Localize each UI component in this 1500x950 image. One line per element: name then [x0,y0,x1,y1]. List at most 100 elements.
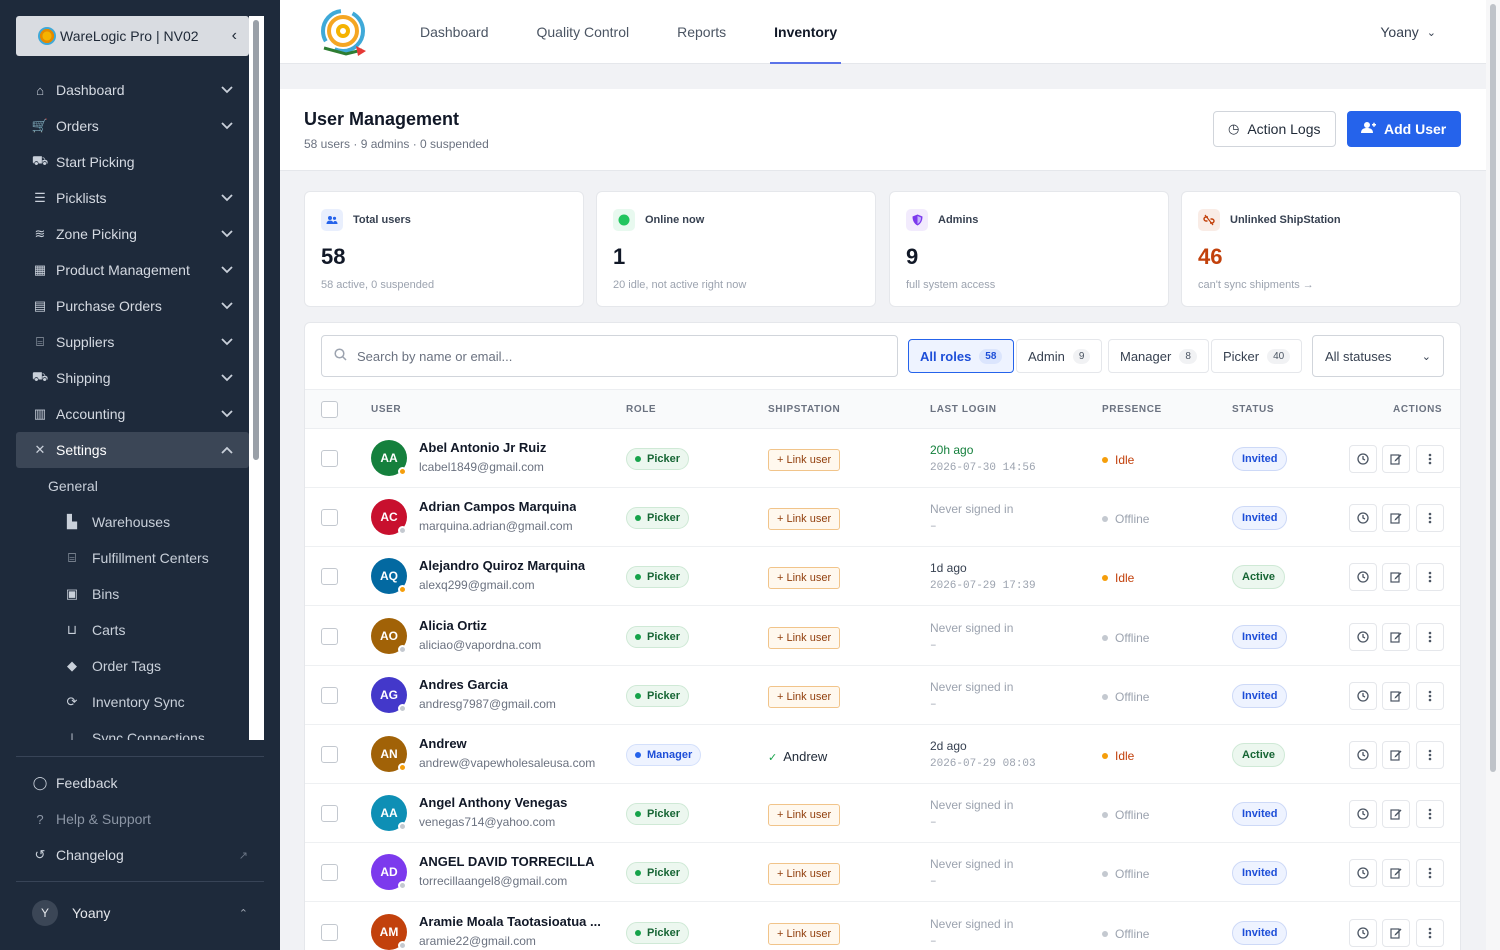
edit-button[interactable] [1382,919,1410,947]
link-user-button[interactable]: + Link user [768,508,841,530]
link-user-button[interactable]: + Link user [768,923,841,945]
history-button[interactable] [1349,623,1377,651]
link-user-button[interactable]: + Link user [768,804,841,826]
user-name[interactable]: Adrian Campos Marquina [419,499,576,514]
tab-inventory[interactable]: Inventory [770,0,842,64]
history-button[interactable] [1349,859,1377,887]
link-user-button[interactable]: + Link user [768,686,841,708]
row-checkbox[interactable] [321,746,338,763]
edit-button[interactable] [1382,563,1410,591]
edit-button[interactable] [1382,623,1410,651]
role-filter-picker[interactable]: Picker 40 [1211,339,1303,373]
link-user-button[interactable]: + Link user [768,567,841,589]
history-button[interactable] [1349,682,1377,710]
sidebar-item-accounting[interactable]: ▥ Accounting [16,396,249,432]
chevron-left-icon[interactable]: ‹ [232,27,237,45]
user-name[interactable]: Angel Anthony Venegas [419,795,567,810]
sidebar-subitem-sync-connections[interactable]: ⏚ Sync Connections [16,720,249,740]
more-button[interactable] [1416,623,1444,651]
sidebar-item-changelog[interactable]: ↺ Changelog ↗ [16,837,264,873]
link-user-button[interactable]: + Link user [768,449,841,471]
sidebar-subitem-inventory-sync[interactable]: ⟳ Inventory Sync [16,684,249,720]
stat-card-unlinked-shipstation[interactable]: Unlinked ShipStation 46 can't sync shipmen… [1181,191,1461,307]
sidebar-item-settings[interactable]: ✕ Settings [16,432,249,468]
column-header-shipstation[interactable]: SHIPSTATION [768,404,840,415]
link-user-button[interactable]: + Link user [768,863,841,885]
sidebar-item-feedback[interactable]: ◯ Feedback [16,765,264,801]
more-button[interactable] [1416,682,1444,710]
row-checkbox[interactable] [321,687,338,704]
sidebar-item-product-management[interactable]: ▦ Product Management [16,252,249,288]
history-button[interactable] [1349,741,1377,769]
link-user-button[interactable]: + Link user [768,627,841,649]
column-header-presence[interactable]: PRESENCE [1102,404,1162,415]
column-header-user[interactable]: USER [371,404,401,415]
history-button[interactable] [1349,504,1377,532]
sidebar-item-purchase-orders[interactable]: ▤ Purchase Orders [16,288,249,324]
sidebar-scrollbar[interactable] [249,16,264,740]
sidebar-subitem-carts[interactable]: ⊔ Carts [16,612,249,648]
more-button[interactable] [1416,563,1444,591]
edit-button[interactable] [1382,682,1410,710]
history-button[interactable] [1349,800,1377,828]
sidebar-item-picklists[interactable]: ☰ Picklists [16,180,249,216]
top-user-menu[interactable]: Yoany ⌄ [1380,0,1436,64]
sidebar-subitem-warehouses[interactable]: ▙ Warehouses [16,504,249,540]
page-scrollbar[interactable] [1486,0,1500,950]
row-checkbox[interactable] [321,509,338,526]
sidebar-subitem-fulfillment-centers[interactable]: ⌸ Fulfillment Centers [16,540,249,576]
sidebar-subitem-order-tags[interactable]: ◆ Order Tags [16,648,249,684]
user-name[interactable]: Andrew [419,736,467,751]
user-name[interactable]: Abel Antonio Jr Ruiz [419,440,546,455]
search-input[interactable] [357,348,877,364]
sidebar-item-suppliers[interactable]: ⌸ Suppliers [16,324,249,360]
action-logs-button[interactable]: ◷ Action Logs [1213,111,1336,147]
more-button[interactable] [1416,504,1444,532]
search-box[interactable] [321,335,898,377]
status-filter-select[interactable]: All statuses ⌄ [1312,335,1444,377]
edit-button[interactable] [1382,859,1410,887]
edit-button[interactable] [1382,504,1410,532]
user-name[interactable]: ANGEL DAVID TORRECILLA [419,854,595,869]
more-button[interactable] [1416,859,1444,887]
org-switcher[interactable]: WareLogic Pro | NV02 ‹ [16,16,249,56]
history-button[interactable] [1349,563,1377,591]
column-header-last-login[interactable]: LAST LOGIN [930,404,997,415]
column-header-role[interactable]: ROLE [626,404,656,415]
row-checkbox[interactable] [321,568,338,585]
more-button[interactable] [1416,800,1444,828]
sidebar-item-dashboard[interactable]: ⌂ Dashboard [16,72,249,108]
row-checkbox[interactable] [321,924,338,941]
edit-button[interactable] [1382,445,1410,473]
scrollbar-thumb[interactable] [1490,4,1496,772]
role-filter-admin[interactable]: Admin 9 [1016,339,1103,373]
sidebar-item-help-support[interactable]: ? Help & Support [16,801,264,837]
more-button[interactable] [1416,445,1444,473]
row-checkbox[interactable] [321,805,338,822]
tab-dashboard[interactable]: Dashboard [420,0,489,64]
user-name[interactable]: Alejandro Quiroz Marquina [419,558,585,573]
scrollbar-thumb[interactable] [253,20,259,460]
tab-quality-control[interactable]: Quality Control [537,0,630,64]
sidebar-subitem-bins[interactable]: ▣ Bins [16,576,249,612]
edit-button[interactable] [1382,741,1410,769]
add-user-button[interactable]: Add User [1347,111,1461,147]
user-name[interactable]: Andres Garcia [419,677,508,692]
select-all-checkbox[interactable] [321,401,338,418]
history-button[interactable] [1349,445,1377,473]
tab-reports[interactable]: Reports [677,0,726,64]
role-filter-all-roles[interactable]: All roles 58 [908,339,1015,373]
sidebar-item-start-picking[interactable]: ⛟ Start Picking [16,144,249,180]
row-checkbox[interactable] [321,864,338,881]
user-name[interactable]: Aramie Moala Taotasioatua ... [419,914,601,929]
edit-button[interactable] [1382,800,1410,828]
column-header-status[interactable]: STATUS [1232,404,1274,415]
row-checkbox[interactable] [321,628,338,645]
row-checkbox[interactable] [321,450,338,467]
sidebar-user-menu[interactable]: Y Yoany ⌃ [16,893,264,933]
sidebar-item-zone-picking[interactable]: ≋ Zone Picking [16,216,249,252]
sidebar-item-orders[interactable]: 🛒 Orders [16,108,249,144]
more-button[interactable] [1416,741,1444,769]
more-button[interactable] [1416,919,1444,947]
sidebar-item-shipping[interactable]: ⛟ Shipping [16,360,249,396]
